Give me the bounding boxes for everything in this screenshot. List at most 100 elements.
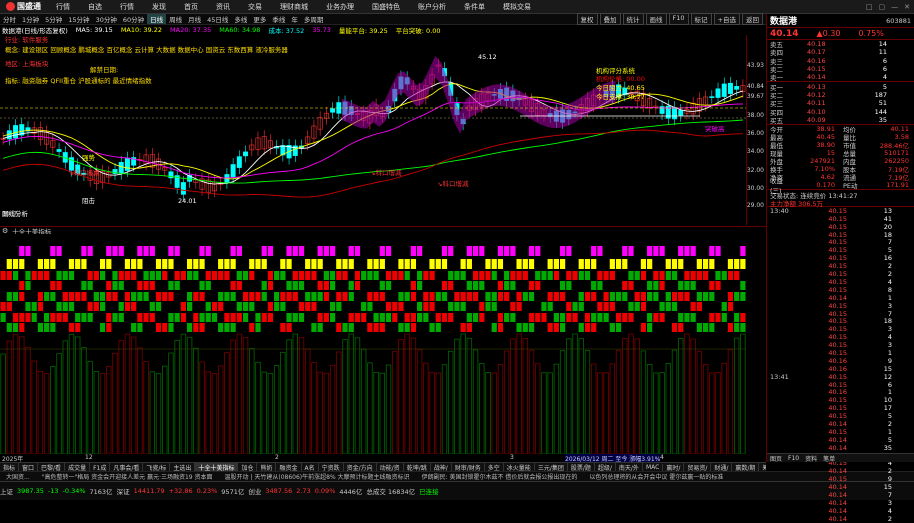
signal-block — [709, 292, 715, 301]
menu-item[interactable]: 账户分析 — [409, 2, 455, 12]
signal-block — [187, 302, 193, 311]
indicator-tab[interactable]: 战神/ — [431, 463, 452, 471]
toolbar-button[interactable]: 标记 — [690, 13, 712, 25]
toolbar-button[interactable]: 叠加 — [599, 13, 621, 25]
signal-block — [112, 292, 118, 301]
ask-row[interactable]: 卖一 40.14 4 — [767, 73, 914, 82]
window-control-button[interactable]: ▢ — [879, 3, 886, 11]
timeframe-tab[interactable]: 多线 — [231, 14, 250, 24]
timeframe-tab[interactable]: 1分钟 — [19, 14, 42, 24]
indicator-tab[interactable]: 动能/资 — [377, 463, 404, 471]
indicator-tab[interactable]: A名 — [302, 463, 319, 471]
tick-price: 40.15 — [828, 301, 847, 310]
timeframe-tab[interactable]: 月线 — [185, 14, 204, 24]
indicator-tab[interactable]: 融资金 — [276, 463, 302, 471]
timeframe-tab[interactable]: 日线 — [147, 14, 167, 24]
timeframe-tab[interactable]: 5分钟 — [42, 14, 65, 24]
indicator-tab[interactable]: 十全十美指标 — [195, 463, 239, 471]
indicator-tab[interactable]: 超级/ — [595, 463, 616, 471]
toolbar-button[interactable]: 返回 — [742, 13, 763, 25]
timeframe-tab[interactable]: 更多 — [250, 14, 269, 24]
toolbar-button[interactable]: 统计 — [622, 13, 644, 25]
menu-item[interactable]: 条件单 — [455, 2, 494, 12]
toolbar-button[interactable]: 画线 — [645, 13, 667, 25]
menu-item[interactable]: 发现 — [143, 2, 175, 12]
toolbar-button[interactable]: 复权 — [576, 13, 598, 25]
signal-block — [311, 292, 317, 301]
toolbar-button[interactable]: +自选 — [713, 13, 740, 25]
panel-tab[interactable]: 笔单 — [823, 454, 835, 463]
indicator-tab[interactable]: 成交量 — [65, 463, 91, 471]
indicator-tab[interactable]: 加仓 — [238, 463, 258, 471]
indicator-tab[interactable]: 南天/外 — [616, 463, 643, 471]
window-control-button[interactable]: ✕ — [904, 3, 910, 11]
menu-item[interactable]: 首页 — [175, 2, 207, 12]
indicator-tab[interactable]: 多空 — [485, 463, 504, 471]
timeframe-tab[interactable]: 季线 — [269, 14, 288, 24]
indicator-chart[interactable] — [0, 234, 746, 454]
tick-row: 40.15 2 — [767, 270, 914, 278]
signal-block — [298, 271, 305, 280]
indicator-tab[interactable]: 窗口 — [19, 463, 39, 471]
menu-item[interactable]: 行情 — [111, 2, 143, 12]
indicator-tab[interactable]: 筹码/分布 — [759, 463, 766, 472]
panel-footer: 图页 F10 资料 笔单 — [767, 453, 914, 463]
menu-item[interactable]: 模拟交易 — [494, 2, 540, 12]
menu-item[interactable]: 理财商城 — [271, 2, 317, 12]
app-logo[interactable]: 国盛通 — [0, 1, 47, 12]
menu-item[interactable]: 自选 — [79, 2, 111, 12]
panel-tab[interactable]: 资料 — [805, 454, 817, 463]
news-item[interactable]: 大国资... — [0, 472, 36, 481]
menu-item[interactable]: 资讯 — [207, 2, 239, 12]
signal-block — [25, 281, 31, 290]
news-item[interactable]: 伊朗副民: 美国封锁霍尔木兹不 借价后就会报公报出现在的 — [416, 472, 584, 481]
indicator-tab[interactable]: 飞瓷/标 — [143, 463, 171, 471]
indicator-tab[interactable]: 贸易资/ — [684, 463, 712, 471]
indicator-tab[interactable]: 凡事会/看 — [110, 463, 144, 471]
menu-item[interactable]: 国盛特色 — [363, 2, 409, 12]
indicator-tab[interactable]: 宁资跌 — [319, 463, 344, 471]
signal-block — [454, 271, 460, 280]
timeframe-tab[interactable]: 60分钟 — [120, 14, 147, 24]
news-item[interactable]: 以色列总理将的从会开会中议 霍尔兹赢一贴的标准 — [583, 472, 729, 481]
news-item[interactable]: 温股开动 | 天竹建从(08606)午前涨超8% 大摩预计标题主线融资标识 — [219, 472, 416, 481]
timeframe-tab[interactable]: 45日线 — [204, 14, 231, 24]
window-control-button[interactable]: — — [891, 3, 898, 11]
signal-block — [398, 271, 404, 280]
indicator-tab[interactable]: 赢数/期 — [732, 463, 760, 471]
menu-item[interactable]: 业务办理 — [317, 2, 363, 12]
indicator-tab[interactable]: 三元/集团 — [535, 463, 568, 471]
menu-item[interactable]: 交易 — [239, 2, 271, 12]
timeframe-tab[interactable]: 15分钟 — [65, 14, 92, 24]
timeframe-tab[interactable]: 多周期 — [301, 14, 327, 24]
panel-tab[interactable]: F10 — [788, 455, 799, 462]
timeframe-tab[interactable]: 分时 — [0, 14, 19, 24]
window-control-button[interactable]: □ — [866, 3, 873, 11]
timeframe-tab[interactable]: 年 — [288, 14, 301, 24]
indicator-tab[interactable]: 冰火量能 — [504, 463, 535, 471]
panel-tab[interactable]: 图页 — [770, 454, 782, 463]
tick-row: 40.15 7 — [767, 238, 914, 246]
indicator-tab[interactable]: 财通/ — [711, 463, 733, 471]
menu-item[interactable]: 行情 — [47, 2, 79, 12]
timeframe-tab[interactable]: 30分钟 — [93, 14, 120, 24]
indicator-tab[interactable]: 指标 — [0, 463, 20, 471]
news-item[interactable]: "高危整转一"格局 资金会开迎接人差元 赢元·三场融资19 资本面 — [36, 472, 219, 481]
timeframe-tab[interactable]: 周线 — [166, 14, 185, 24]
indicator-tab[interactable]: F1成 — [90, 463, 111, 471]
candle-body — [118, 162, 124, 174]
indicator-tab[interactable]: 赢时/ — [663, 463, 685, 471]
bid-row[interactable]: 买五 40.09 35 — [767, 116, 914, 125]
indicator-tab[interactable]: 主选出 — [170, 463, 196, 471]
indicator-tab[interactable]: 股票/题 — [568, 463, 595, 471]
signal-block — [640, 323, 647, 332]
indicator-tab[interactable]: 熊奶 — [257, 463, 277, 471]
indicator-tab[interactable]: 乾坤/跳 — [404, 463, 431, 471]
toolbar-button[interactable]: F10 — [668, 13, 689, 25]
indicator-tab[interactable]: 巴黎/看 — [38, 463, 66, 471]
indicator-tab[interactable]: MAC — [643, 463, 664, 471]
indicator-tab[interactable]: 财审/财务 — [452, 463, 485, 471]
indicator-tab[interactable]: 资金/方向 — [344, 463, 377, 471]
candlestick-chart[interactable]: 行业: 软件服务概念: 建设银区 回顾概念 鹏城概念 百亿概念 云计算 大数据 … — [0, 35, 746, 218]
signal-block — [647, 259, 653, 269]
